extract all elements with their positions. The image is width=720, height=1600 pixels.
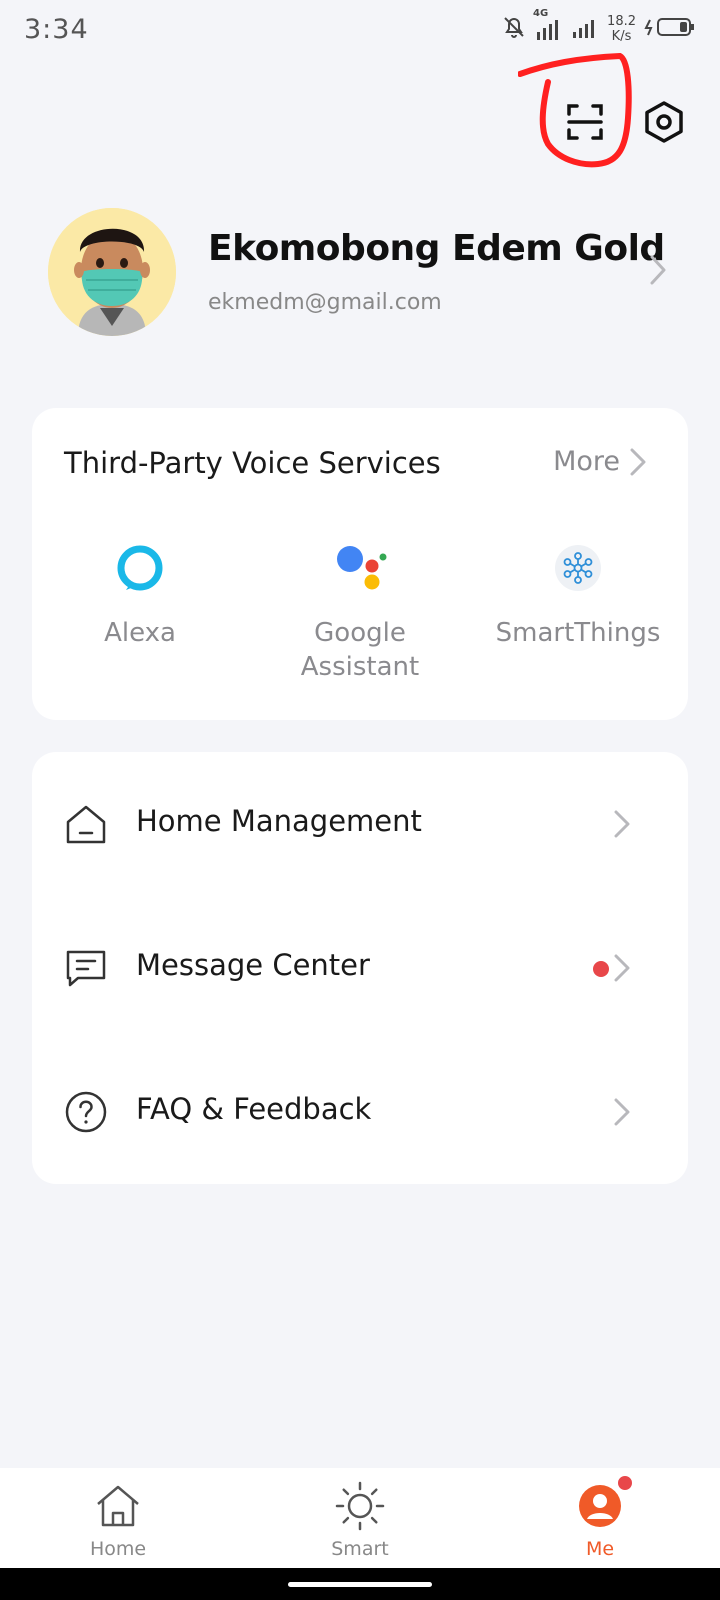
home-indicator[interactable] (288, 1582, 432, 1587)
settings-hex-icon (645, 101, 683, 143)
network-speed: 18.2 K/s (607, 14, 636, 44)
chevron-right-icon (614, 810, 630, 838)
voice-services-title: Third-Party Voice Services (64, 446, 441, 480)
menu-item-faq-feedback[interactable]: FAQ & Feedback (32, 1040, 688, 1184)
service-label: Alexa (104, 618, 176, 648)
voice-services-card: Third-Party Voice Services More Alexa Go… (32, 408, 688, 720)
screen: 3:34 4G 18.2 K/s Ekomobong Edem Gold ekm… (0, 0, 720, 1600)
service-label: Google Assistant (300, 618, 420, 682)
menu-item-label: Home Management (136, 804, 422, 838)
profile-header[interactable]: Ekomobong Edem Gold ekmedm@gmail.com (0, 200, 720, 350)
bottom-nav: Home Smart Me (0, 1468, 720, 1568)
help-icon (65, 1091, 107, 1133)
smartthings-icon (548, 538, 608, 598)
nav-label: Home (89, 1538, 147, 1560)
status-time: 3:34 (24, 14, 89, 45)
scan-button[interactable] (559, 96, 611, 148)
profile-email: ekmedm@gmail.com (208, 290, 442, 315)
chevron-right-icon (614, 954, 630, 982)
scan-icon (567, 104, 603, 140)
more-label: More (553, 446, 620, 477)
google-assistant-icon (330, 538, 390, 598)
menu-card: Home Management Message Center FAQ & Fee… (32, 752, 688, 1184)
profile-name: Ekomobong Edem Gold (208, 228, 665, 269)
chevron-right-icon (614, 1098, 630, 1126)
network-speed-value: 18.2 (607, 14, 636, 29)
signal-bars-icon (571, 14, 599, 44)
network-type: 4G (533, 8, 549, 19)
alexa-icon (110, 538, 170, 598)
service-label: SmartThings (495, 618, 661, 648)
message-icon (66, 950, 106, 987)
menu-item-home-management[interactable]: Home Management (32, 752, 688, 896)
person-icon (574, 1474, 634, 1532)
nav-label: Me (585, 1538, 615, 1560)
network-speed-unit: K/s (611, 29, 632, 44)
menu-item-label: FAQ & Feedback (136, 1092, 372, 1126)
status-bar: 3:34 4G 18.2 K/s (0, 0, 720, 62)
service-alexa[interactable]: Alexa (40, 538, 240, 650)
gesture-bar (0, 1568, 720, 1600)
menu-item-label: Message Center (136, 948, 370, 982)
nav-tab-me[interactable]: Me (530, 1474, 670, 1560)
nav-tab-home[interactable]: Home (48, 1480, 188, 1560)
unread-badge (593, 961, 609, 977)
mobile-signal-icon: 4G (533, 8, 563, 42)
house-icon (66, 805, 106, 844)
nav-tab-smart[interactable]: Smart (290, 1480, 430, 1560)
settings-button[interactable] (638, 96, 690, 148)
notification-badge (616, 1474, 634, 1492)
service-google-assistant[interactable]: Google Assistant (260, 538, 460, 684)
battery-icon (644, 16, 696, 42)
status-icons: 4G 18.2 K/s (501, 8, 696, 44)
mute-notifications-icon (501, 14, 527, 44)
more-link[interactable]: More (553, 446, 646, 477)
nav-label: Smart (331, 1538, 389, 1560)
sun-icon (334, 1480, 386, 1532)
chevron-right-icon (630, 448, 646, 475)
chevron-right-icon (650, 255, 666, 285)
avatar (48, 208, 176, 336)
home-tab-icon (92, 1480, 144, 1532)
menu-item-message-center[interactable]: Message Center (32, 896, 688, 1040)
service-smartthings[interactable]: SmartThings (478, 538, 678, 650)
